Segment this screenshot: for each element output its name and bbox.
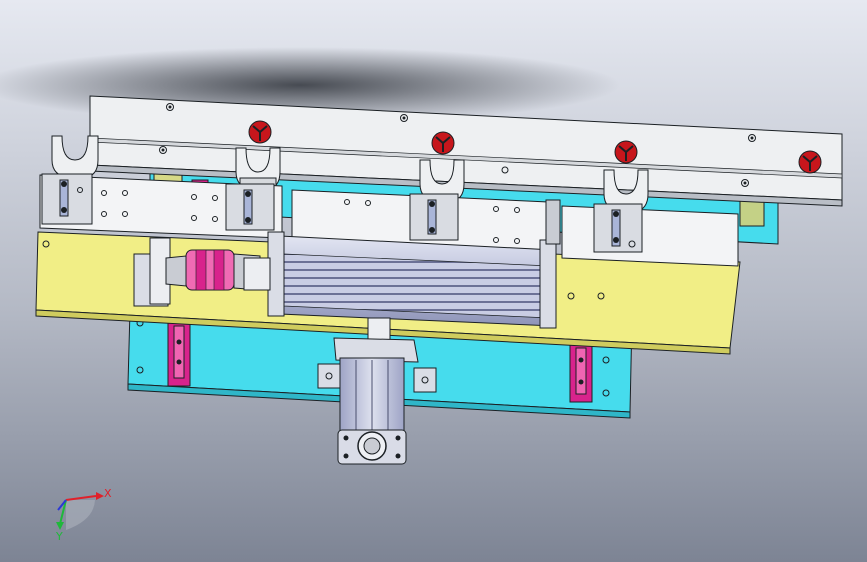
cad-assembly-viewport[interactable]: X Y: [0, 0, 867, 562]
y-axis-label: Y: [55, 530, 63, 543]
sensor-bracket-2[interactable]: [225, 183, 275, 231]
red-knob-3[interactable]: [614, 140, 638, 164]
red-knob-4[interactable]: [798, 150, 822, 174]
red-knob-2[interactable]: [431, 131, 455, 155]
sensor-bracket-4[interactable]: [593, 203, 643, 253]
sensor-bracket-1[interactable]: [41, 173, 93, 225]
front-rail-right[interactable]: [561, 205, 739, 267]
x-axis-label: X: [104, 487, 112, 500]
red-knob-1[interactable]: [248, 120, 272, 144]
linear-guide-right[interactable]: [569, 339, 593, 403]
sensor-bracket-3[interactable]: [409, 193, 459, 241]
linear-guide-left[interactable]: [167, 317, 191, 387]
